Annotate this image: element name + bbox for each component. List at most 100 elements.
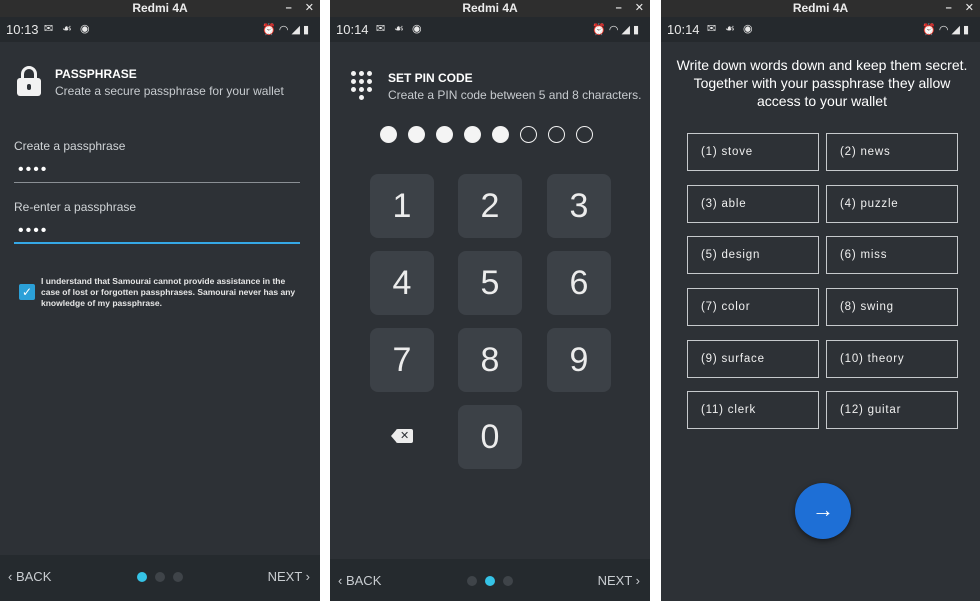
status-bar: 10:14 ✉ ☙ ◉ ⏰◠◢▮: [330, 17, 650, 42]
battery-icon: ▮: [962, 24, 972, 36]
seed-word: (1) stove: [687, 133, 819, 171]
gmail-icon: ✉: [44, 23, 54, 35]
continue-fab-button[interactable]: →: [795, 483, 851, 539]
signal-icon: ◢: [951, 24, 963, 36]
close-icon[interactable]: ✕: [965, 2, 974, 14]
status-time: 10:14: [336, 22, 369, 37]
seed-word: (8) swing: [826, 288, 958, 326]
step-dot: [155, 572, 165, 582]
window-title: Redmi 4A: [132, 1, 188, 15]
record-icon: ◉: [412, 23, 422, 35]
gmail-icon: ✉: [707, 23, 717, 35]
wizard-navbar: ‹ BACK NEXT ›: [330, 559, 650, 601]
notification-icon: ☙: [394, 23, 404, 35]
seed-word: (6) miss: [826, 236, 958, 274]
status-time: 10:14: [667, 22, 700, 37]
create-passphrase-field[interactable]: ••••: [14, 161, 300, 183]
pin-dot-empty: [548, 126, 565, 143]
alarm-icon: ⏰: [922, 24, 939, 36]
reenter-passphrase-label: Re-enter a passphrase: [14, 200, 137, 214]
record-icon: ◉: [80, 23, 90, 35]
pin-dot-filled: [492, 126, 509, 143]
back-label: BACK: [15, 569, 52, 584]
battery-icon: ▮: [632, 24, 642, 36]
chevron-left-icon: ‹: [8, 569, 13, 584]
keypad-key-3[interactable]: 3: [547, 174, 611, 238]
step-dot: [467, 576, 477, 586]
back-label: BACK: [345, 573, 382, 588]
next-label: NEXT: [267, 569, 303, 584]
minimize-icon[interactable]: –: [946, 2, 952, 14]
status-bar: 10:14 ✉ ☙ ◉ ⏰◠◢▮: [661, 17, 980, 42]
step-dot: [173, 572, 183, 582]
step-dot-active: [485, 576, 495, 586]
keypad-key-8[interactable]: 8: [458, 328, 522, 392]
pin-dot-empty: [576, 126, 593, 143]
keypad-icon: [351, 71, 373, 103]
wifi-icon: ◠: [938, 24, 952, 36]
alarm-icon: ⏰: [262, 24, 279, 36]
signal-icon: ◢: [291, 24, 303, 36]
window-title: Redmi 4A: [462, 1, 518, 15]
notification-icon: ☙: [62, 23, 72, 35]
keypad-key-1[interactable]: 1: [370, 174, 434, 238]
reenter-passphrase-field[interactable]: ••••: [14, 222, 300, 244]
keypad-key-0[interactable]: 0: [458, 405, 522, 469]
window-titlebar: Redmi 4A – ✕: [0, 0, 320, 17]
keypad-key-4[interactable]: 4: [370, 251, 434, 315]
seed-word: (4) puzzle: [826, 185, 958, 223]
keypad-key-2[interactable]: 2: [458, 174, 522, 238]
notification-icon: ☙: [725, 23, 735, 35]
seed-word: (2) news: [826, 133, 958, 171]
seed-word: (3) able: [687, 185, 819, 223]
system-icons: ⏰◠◢▮: [592, 23, 642, 36]
seed-word: (12) guitar: [826, 391, 958, 429]
pin-dot-filled: [380, 126, 397, 143]
record-icon: ◉: [743, 23, 753, 35]
page-subtitle: Create a PIN code between 5 and 8 charac…: [388, 88, 642, 102]
keypad-key-7[interactable]: 7: [370, 328, 434, 392]
status-time: 10:13: [6, 22, 39, 37]
alarm-icon: ⏰: [592, 24, 609, 36]
acknowledge-checkbox[interactable]: ✓: [19, 284, 35, 300]
status-bar: 10:13 ✉ ☙ ◉ ⏰◠◢▮: [0, 17, 320, 42]
step-indicator: [467, 576, 513, 586]
pin-indicator: [380, 126, 593, 143]
step-dot-active: [137, 572, 147, 582]
backspace-icon[interactable]: ✕: [391, 429, 413, 443]
wizard-navbar: ‹ BACK NEXT ›: [0, 555, 320, 601]
minimize-icon[interactable]: –: [286, 2, 292, 14]
seed-instruction: Write down words down and keep them secr…: [676, 57, 968, 109]
minimize-icon[interactable]: –: [616, 2, 622, 14]
keypad-key-9[interactable]: 9: [547, 328, 611, 392]
seed-word: (10) theory: [826, 340, 958, 378]
system-icons: ⏰◠◢▮: [262, 23, 312, 36]
acknowledge-text: I understand that Samourai cannot provid…: [41, 276, 296, 308]
chevron-right-icon: ›: [305, 569, 310, 584]
keypad-key-6[interactable]: 6: [547, 251, 611, 315]
seed-word: (9) surface: [687, 340, 819, 378]
window-titlebar: Redmi 4A – ✕: [330, 0, 650, 17]
close-icon[interactable]: ✕: [305, 2, 314, 14]
pin-dot-empty: [520, 126, 537, 143]
wifi-icon: ◠: [608, 24, 622, 36]
next-button[interactable]: NEXT ›: [268, 569, 310, 584]
seed-word: (7) color: [687, 288, 819, 326]
pin-dot-filled: [408, 126, 425, 143]
close-icon[interactable]: ✕: [635, 2, 644, 14]
seed-word: (5) design: [687, 236, 819, 274]
keypad-key-5[interactable]: 5: [458, 251, 522, 315]
wifi-icon: ◠: [278, 24, 292, 36]
window-title: Redmi 4A: [792, 1, 849, 15]
step-indicator: [137, 572, 183, 582]
pin-dot-filled: [436, 126, 453, 143]
next-button[interactable]: NEXT ›: [598, 573, 640, 588]
back-button[interactable]: ‹ BACK: [338, 573, 381, 588]
arrow-right-icon: →: [812, 497, 834, 522]
window-titlebar: Redmi 4A – ✕: [661, 0, 980, 17]
page-title: PASSPHRASE: [55, 67, 137, 81]
signal-icon: ◢: [621, 24, 633, 36]
lock-icon: [17, 66, 41, 96]
pin-dot-filled: [464, 126, 481, 143]
back-button[interactable]: ‹ BACK: [8, 569, 51, 584]
